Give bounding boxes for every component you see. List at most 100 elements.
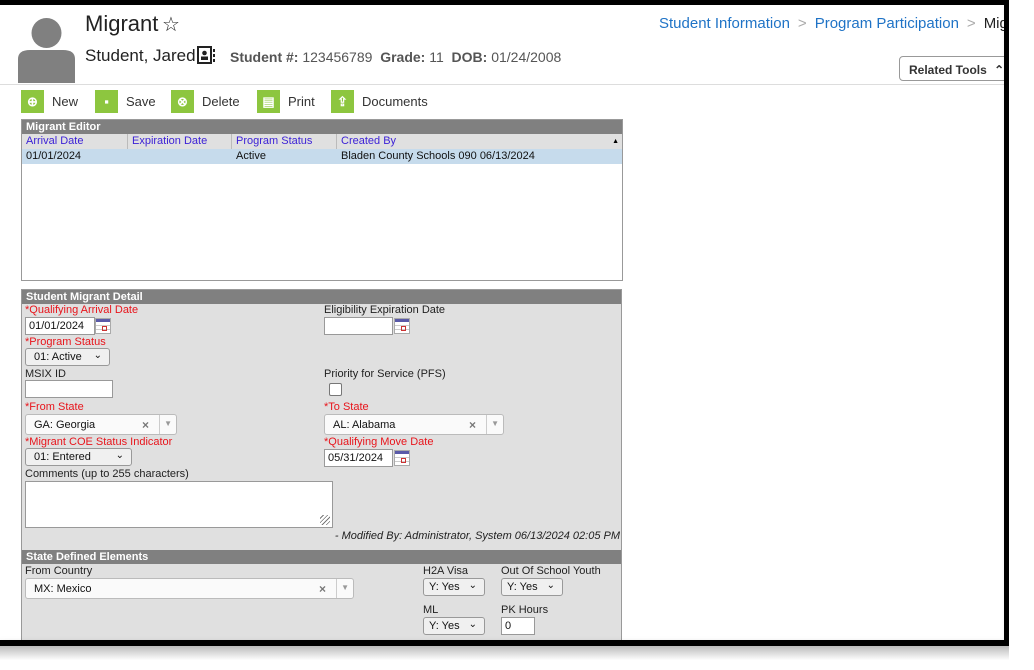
table-row[interactable]: 01/01/2024 Active Bladen County Schools … xyxy=(22,149,622,164)
to-state-combobox[interactable]: AL: Alabama × ▼ xyxy=(324,414,504,435)
dob-label: DOB: xyxy=(451,49,488,65)
clear-icon[interactable]: × xyxy=(142,418,149,432)
delete-circle-icon: ⊗ xyxy=(171,90,194,113)
comments-textarea[interactable] xyxy=(25,481,333,528)
breadcrumb-student-information[interactable]: Student Information xyxy=(659,15,790,32)
msix-id-label: MSIX ID xyxy=(25,368,66,380)
clear-icon[interactable]: × xyxy=(469,418,476,432)
modified-by-text: - Modified By: Administrator, System 06/… xyxy=(334,530,620,542)
new-button[interactable]: ⊕ New xyxy=(21,90,78,113)
dropdown-arrow-icon[interactable]: ▼ xyxy=(491,419,499,428)
eligibility-expiration-date-label: Eligibility Expiration Date xyxy=(324,304,446,316)
related-tools-label: Related Tools xyxy=(909,63,987,77)
pfs-checkbox[interactable] xyxy=(329,383,342,396)
qualifying-arrival-date-input[interactable]: 01/01/2024 xyxy=(25,317,95,335)
migrant-editor-title: Migrant Editor xyxy=(22,120,622,134)
h2a-visa-select[interactable]: Y: Yes ⌄ xyxy=(423,578,485,596)
upload-icon: ⇪ xyxy=(331,90,354,113)
label-text: From State xyxy=(29,401,84,413)
pfs-label: Priority for Service (PFS) xyxy=(324,368,446,380)
save-icon: ▪ xyxy=(95,90,118,113)
cell-arrival-date: 01/01/2024 xyxy=(26,150,82,162)
comments-label: Comments (up to 255 characters) xyxy=(25,468,189,480)
cell-expiration-date xyxy=(128,149,232,164)
qualifying-move-date-label: *Qualifying Move Date xyxy=(324,436,434,448)
delete-label: Delete xyxy=(202,94,240,109)
student-meta: Student #: 123456789 Grade: 11 DOB: 01/2… xyxy=(230,49,561,65)
chevron-up-icon: ⌃ xyxy=(994,63,1005,77)
label-text: Qualifying Arrival Date xyxy=(29,304,139,316)
from-state-combobox[interactable]: GA: Georgia × ▼ xyxy=(25,414,177,435)
breadcrumb-program-participation[interactable]: Program Participation xyxy=(815,15,959,32)
column-created-by[interactable]: Created By ▲ xyxy=(337,134,622,149)
coe-status-label: *Migrant COE Status Indicator xyxy=(25,436,173,448)
student-num: 123456789 xyxy=(302,49,373,65)
from-country-combobox[interactable]: MX: Mexico × ▼ xyxy=(25,578,354,599)
select-value: Y: Yes xyxy=(429,620,460,632)
chevron-down-icon: ⌄ xyxy=(115,450,124,461)
clear-icon[interactable]: × xyxy=(319,582,326,596)
ml-label: ML xyxy=(423,604,439,616)
calendar-icon[interactable] xyxy=(394,318,410,334)
breadcrumb-current: Migrant xyxy=(983,15,1004,32)
select-value: Y: Yes xyxy=(429,581,460,593)
column-program-status[interactable]: Program Status xyxy=(232,134,337,149)
qualifying-arrival-date-label: *Qualifying Arrival Date xyxy=(25,304,139,316)
combo-value: GA: Georgia xyxy=(34,419,96,431)
program-status-label: *Program Status xyxy=(25,336,106,348)
sort-asc-icon: ▲ xyxy=(612,138,619,145)
pk-hours-input[interactable]: 0 xyxy=(501,617,535,635)
state-defined-elements-title: State Defined Elements xyxy=(22,550,621,564)
msix-id-input[interactable] xyxy=(25,380,113,398)
ml-select[interactable]: Y: Yes ⌄ xyxy=(423,617,485,635)
dropdown-arrow-icon[interactable]: ▼ xyxy=(341,583,349,592)
outer-shadow xyxy=(0,646,1009,670)
label-text: Migrant COE Status Indicator xyxy=(29,436,173,448)
favorite-star-icon[interactable]: ☆ xyxy=(162,12,180,37)
related-tools-button[interactable]: Related Tools ⌃ xyxy=(899,56,1009,81)
dob: 01/24/2008 xyxy=(491,49,562,65)
documents-button[interactable]: ⇪ Documents xyxy=(331,90,428,113)
student-num-label: Student #: xyxy=(230,49,299,65)
eligibility-expiration-date-input[interactable] xyxy=(324,317,393,335)
h2a-visa-label: H2A Visa xyxy=(423,565,469,577)
dropdown-arrow-icon[interactable]: ▼ xyxy=(164,419,172,428)
chevron-right-icon: > xyxy=(797,15,807,32)
page-title: Migrant xyxy=(85,11,159,36)
editor-column-headers: Arrival Date Expiration Date Program Sta… xyxy=(22,134,622,149)
label-text: Program Status xyxy=(29,336,106,348)
breadcrumb: Student Information > Program Participatio… xyxy=(659,15,1004,32)
grade: 11 xyxy=(429,49,444,65)
calendar-icon[interactable] xyxy=(95,318,111,334)
combo-value: AL: Alabama xyxy=(333,419,396,431)
print-button[interactable]: ▤ Print xyxy=(257,90,315,113)
column-arrival-date[interactable]: Arrival Date xyxy=(22,134,128,149)
qualifying-move-date-input[interactable]: 05/31/2024 xyxy=(324,449,393,467)
new-label: New xyxy=(52,94,79,109)
documents-label: Documents xyxy=(362,94,428,109)
calendar-icon[interactable] xyxy=(394,450,410,466)
student-avatar xyxy=(18,15,75,83)
program-status-select[interactable]: 01: Active ⌄ xyxy=(25,348,110,366)
column-expiration-date[interactable]: Expiration Date xyxy=(128,134,232,149)
cell-program-status: Active xyxy=(236,150,266,162)
coe-status-select[interactable]: 01: Entered ⌄ xyxy=(25,448,132,466)
from-state-label: *From State xyxy=(25,401,84,413)
to-state-label: *To State xyxy=(324,401,369,413)
combo-value: MX: Mexico xyxy=(34,583,92,595)
resize-handle-icon[interactable] xyxy=(320,515,330,525)
header-divider xyxy=(0,84,1004,85)
label-text: To State xyxy=(328,401,369,413)
printer-icon: ▤ xyxy=(257,90,280,113)
print-label: Print xyxy=(288,94,315,109)
out-of-school-youth-select[interactable]: Y: Yes ⌄ xyxy=(501,578,563,596)
contact-card-icon[interactable] xyxy=(197,46,215,69)
chevron-right-icon: > xyxy=(966,15,976,32)
plus-circle-icon: ⊕ xyxy=(21,90,44,113)
out-of-school-youth-label: Out Of School Youth xyxy=(501,565,601,577)
delete-button[interactable]: ⊗ Delete xyxy=(171,90,240,113)
select-value: 01: Active xyxy=(34,351,82,363)
save-button[interactable]: ▪ Save xyxy=(95,90,156,113)
chevron-down-icon: ⌄ xyxy=(468,619,477,630)
student-name: Student, Jared xyxy=(85,46,196,65)
